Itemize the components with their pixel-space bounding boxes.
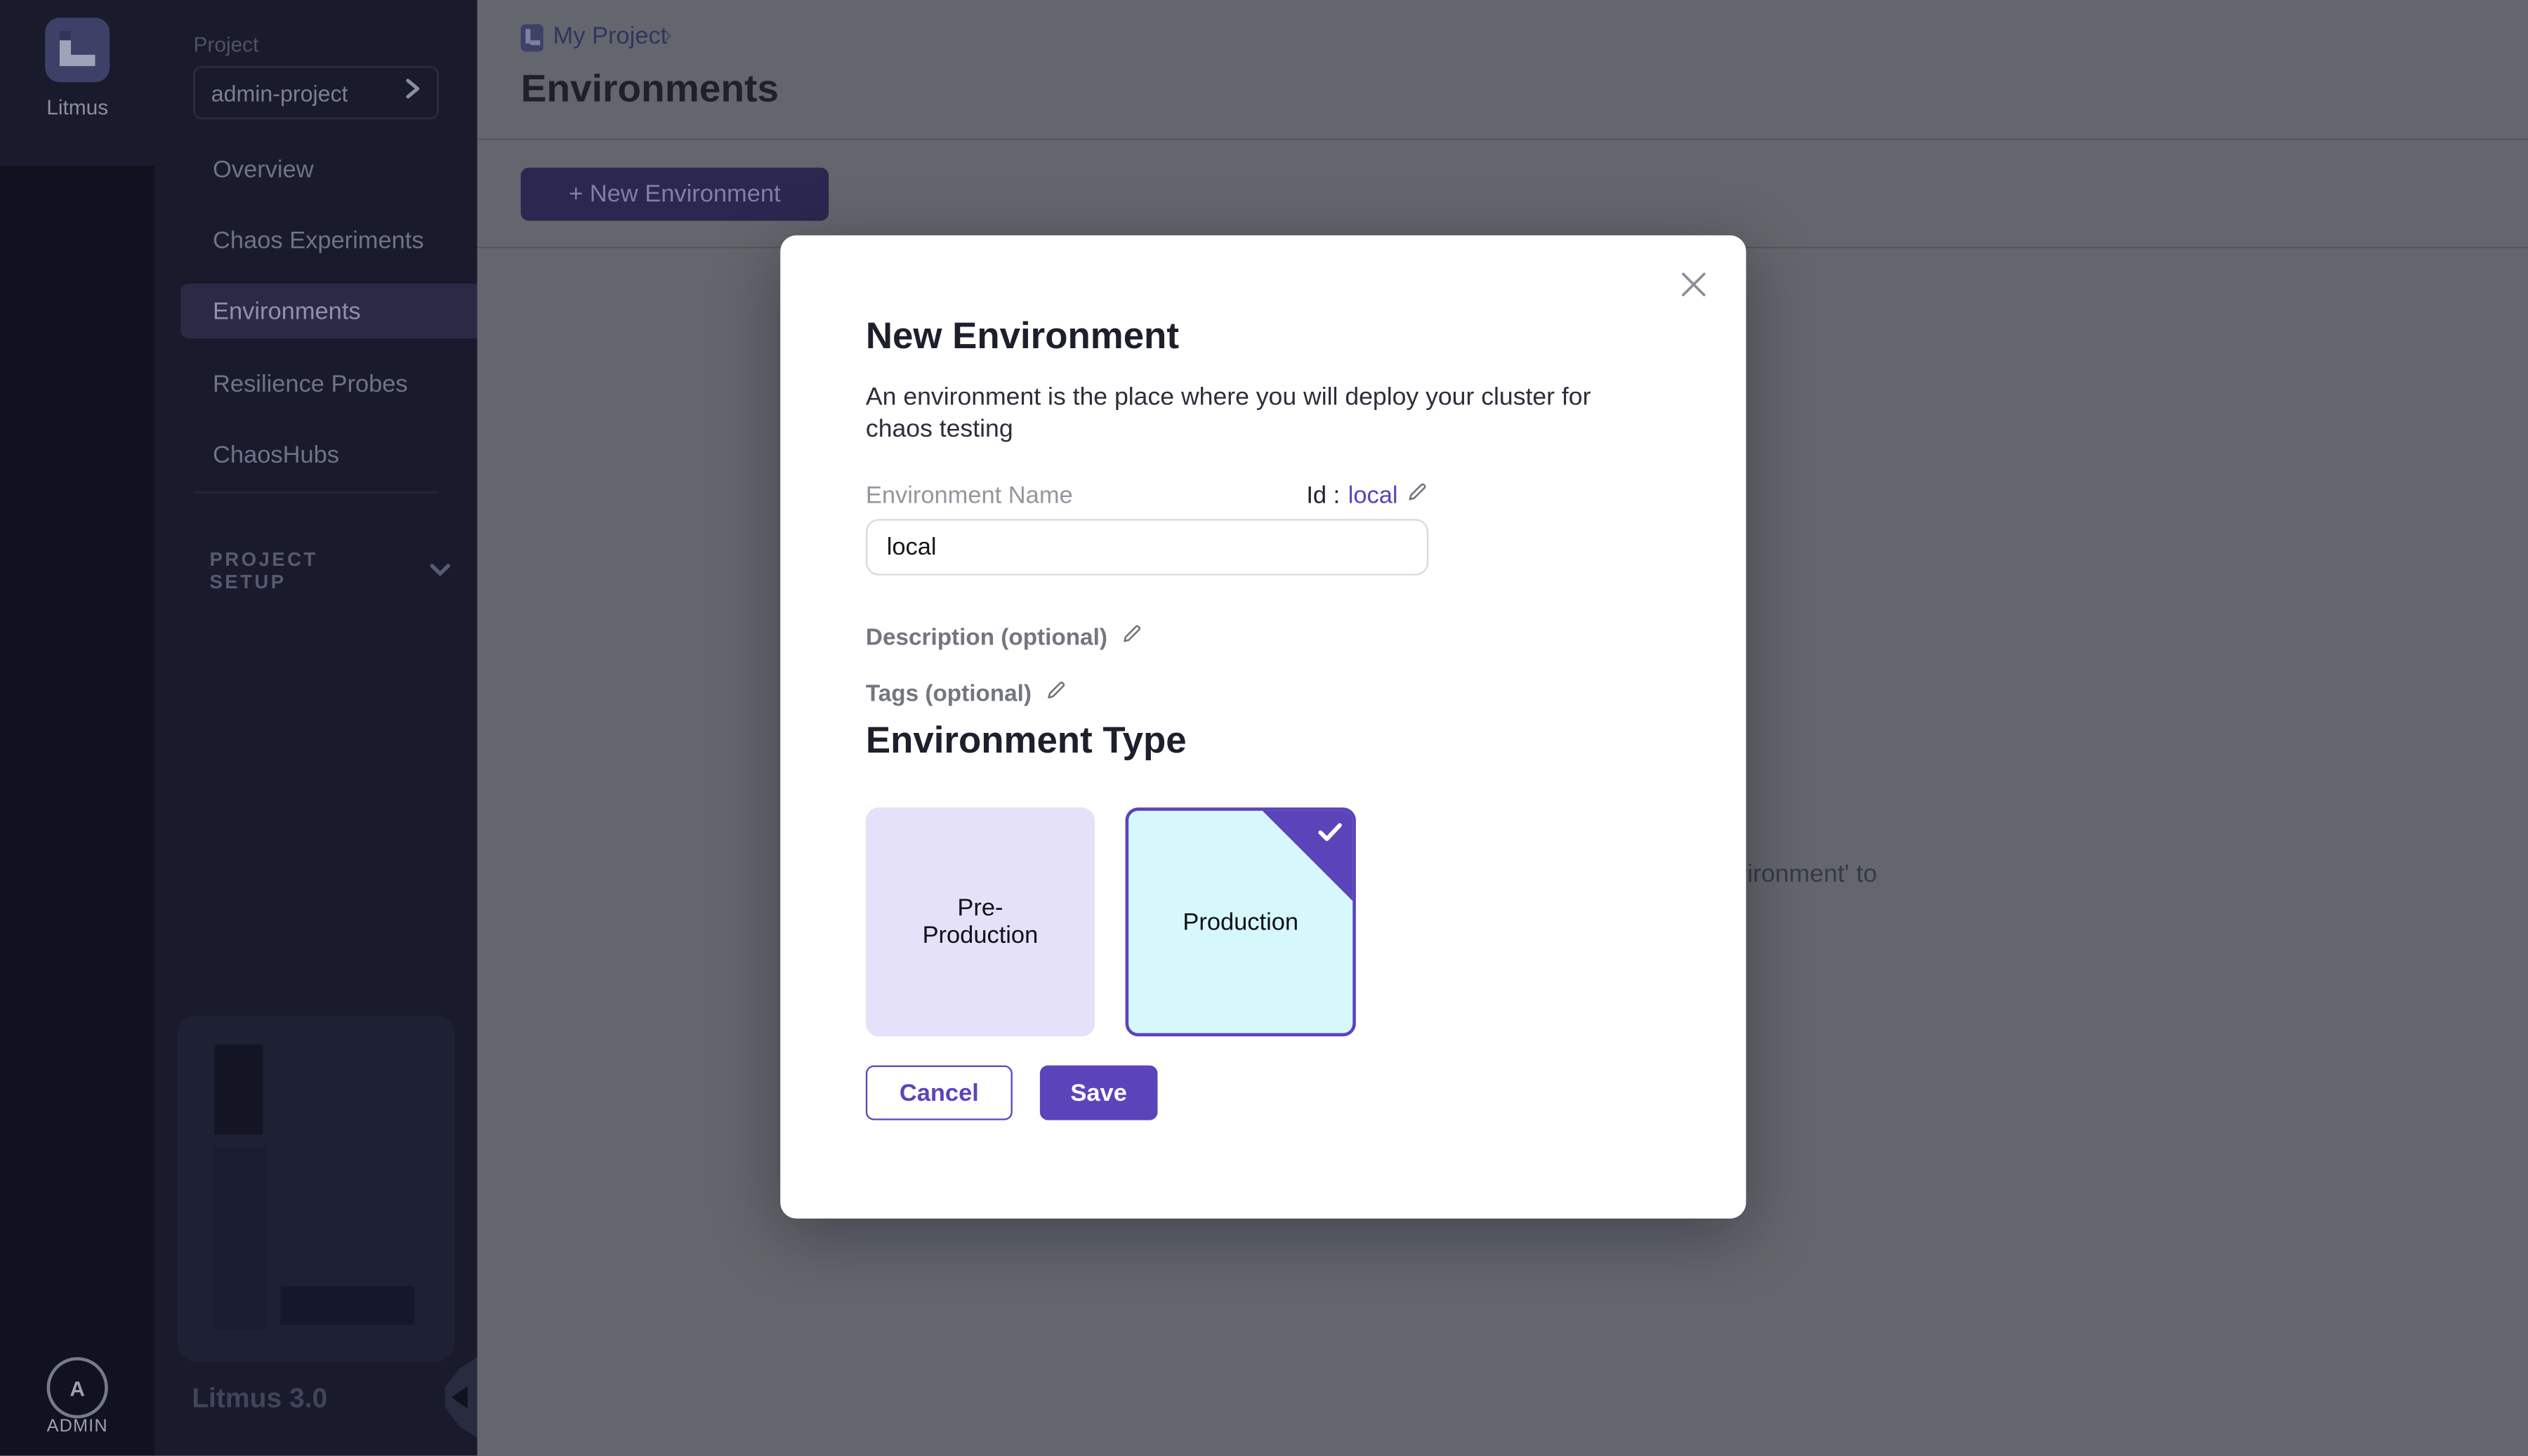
project-setup-label: PROJECT SETUP (209, 548, 387, 593)
description-optional-toggle[interactable]: Description (optional) (866, 622, 1143, 653)
mini-sidebar (0, 0, 154, 1455)
empty-state-text: vironment' to (1734, 861, 1877, 889)
environment-id: Id : local (1306, 480, 1428, 511)
environment-name-input[interactable] (866, 519, 1428, 575)
version-label: Litmus 3.0 (192, 1383, 327, 1415)
breadcrumb-project-icon (521, 24, 544, 51)
breadcrumb-chevron-icon: › (664, 21, 672, 47)
check-icon (1317, 822, 1343, 843)
project-selector[interactable]: admin-project (194, 66, 439, 119)
type-card-label: Production (1183, 908, 1298, 936)
sidebar-item-environments[interactable]: Environments (180, 284, 477, 338)
edit-pencil-icon[interactable] (1044, 679, 1067, 710)
id-prefix-label: Id : (1306, 482, 1340, 509)
litmus-logo-icon[interactable] (45, 18, 110, 82)
watermark-shape (280, 1286, 414, 1325)
logo-shape (530, 40, 540, 45)
project-label: Project (194, 32, 259, 56)
type-card-production[interactable]: Production (1126, 807, 1356, 1036)
breadcrumb[interactable]: My Project (553, 22, 667, 50)
admin-label: ADMIN (0, 1417, 154, 1436)
avatar[interactable]: A (47, 1357, 108, 1418)
type-card-label: Pre-Production (921, 894, 1040, 949)
avatar-initial: A (70, 1376, 85, 1400)
sidebar-item-label: Overview (213, 156, 314, 183)
brand-label: Litmus (0, 95, 154, 119)
description-optional-label: Description (optional) (866, 625, 1107, 651)
header-divider (478, 138, 2528, 140)
litmus-watermark (178, 1015, 455, 1362)
sidebar-item-resilience-probes[interactable]: Resilience Probes (154, 356, 477, 411)
type-card-pre-production[interactable]: Pre-Production (866, 807, 1095, 1036)
logo-shape (525, 29, 530, 44)
project-setup-toggle[interactable]: PROJECT SETUP (209, 548, 451, 593)
sidebar-item-overview[interactable]: Overview (154, 142, 477, 197)
environment-name-label: Environment Name (866, 482, 1073, 509)
modal-description: An environment is the place where you wi… (866, 382, 1646, 446)
watermark-shape (214, 1045, 263, 1135)
watermark-shape (214, 1148, 265, 1330)
project-selector-value: admin-project (211, 80, 348, 106)
new-environment-button[interactable]: + New Environment (521, 168, 829, 221)
sidebar-divider (194, 491, 439, 493)
sidebar-item-chaoshubs[interactable]: ChaosHubs (154, 427, 477, 482)
tags-optional-label: Tags (optional) (866, 681, 1032, 707)
sidebar-item-label: Chaos Experiments (213, 227, 424, 254)
sidebar-item-label: Resilience Probes (213, 370, 408, 397)
logo-shape (71, 55, 95, 66)
triangle-left-icon (452, 1386, 468, 1408)
sidebar-item-label: ChaosHubs (213, 441, 339, 468)
edit-pencil-icon[interactable] (1406, 480, 1428, 511)
sidebar-item-chaos-experiments[interactable]: Chaos Experiments (154, 213, 477, 267)
chevron-right-icon (404, 77, 421, 108)
close-icon[interactable] (1671, 261, 1716, 306)
modal-title: New Environment (866, 315, 1179, 358)
environment-type-heading: Environment Type (866, 719, 1187, 762)
sidebar-item-label: Environments (213, 298, 361, 325)
page-title: Environments (521, 67, 779, 112)
edit-pencil-icon[interactable] (1120, 622, 1143, 653)
chevron-down-icon (429, 556, 452, 585)
tags-optional-toggle[interactable]: Tags (optional) (866, 679, 1067, 710)
save-button[interactable]: Save (1040, 1066, 1158, 1120)
id-value: local (1348, 482, 1398, 509)
logo-shape (60, 31, 71, 41)
cancel-button[interactable]: Cancel (866, 1066, 1013, 1120)
